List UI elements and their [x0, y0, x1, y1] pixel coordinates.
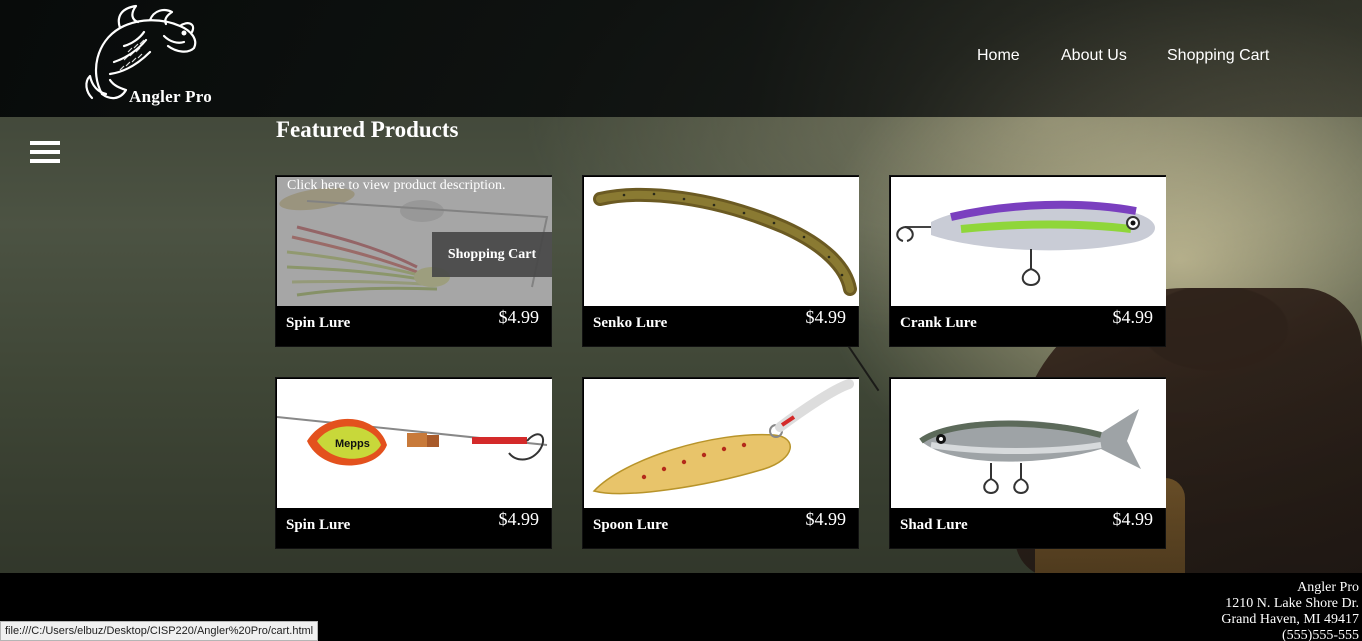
product-name: Crank Lure: [900, 315, 977, 331]
footer-city: Grand Haven, MI 49417: [1221, 612, 1359, 627]
company-address: Angler Pro 1210 N. Lake Shore Dr. Grand …: [1221, 580, 1359, 641]
nav-about-us[interactable]: About Us: [1061, 47, 1127, 65]
nav-shopping-cart[interactable]: Shopping Cart: [1167, 47, 1269, 65]
worm-lure-icon[interactable]: [584, 177, 859, 306]
product-price: $4.99: [498, 509, 540, 529]
product-card-spin-lure[interactable]: Click here to view product description. …: [275, 175, 552, 347]
product-name: Spin Lure: [286, 315, 351, 331]
product-name: Spin Lure: [286, 517, 351, 533]
product-price: $4.99: [1112, 307, 1154, 327]
hamburger-menu-icon[interactable]: [30, 141, 60, 167]
product-card-crank-lure[interactable]: Crank Lure $4.99: [889, 175, 1166, 347]
site-header: Angler Pro Home About Us Shopping Cart: [0, 0, 1362, 117]
add-to-cart-button[interactable]: Shopping Cart: [432, 232, 552, 277]
svg-text:Mepps: Mepps: [335, 438, 370, 450]
product-name: Shad Lure: [900, 517, 968, 533]
page-title: Featured Products: [276, 117, 459, 142]
product-price: $4.99: [498, 307, 540, 327]
product-name: Spoon Lure: [593, 517, 669, 533]
product-price: $4.99: [1112, 509, 1154, 529]
logo-text: Angler Pro: [129, 87, 213, 106]
product-price: $4.99: [805, 307, 847, 327]
product-price: $4.99: [805, 509, 847, 529]
view-description-link[interactable]: Click here to view product description.: [287, 178, 506, 194]
product-card-senko-lure[interactable]: Senko Lure $4.99: [582, 175, 859, 347]
footer-street: 1210 N. Lake Shore Dr.: [1225, 596, 1359, 611]
crankbait-icon[interactable]: [891, 177, 1166, 306]
footer-phone: (555)555-555: [1282, 628, 1359, 641]
inline-spinner-icon[interactable]: Mepps: [277, 379, 552, 508]
browser-status-url: file:///C:/Users/elbuz/Desktop/CISP220/A…: [0, 621, 319, 641]
product-card-spin-lure-2[interactable]: Mepps Spin Lure $4.99: [275, 377, 552, 549]
product-name: Senko Lure: [593, 315, 668, 331]
spoon-lure-icon[interactable]: [584, 379, 859, 508]
nav-home[interactable]: Home: [977, 47, 1020, 65]
footer-company-name: Angler Pro: [1297, 580, 1359, 595]
product-card-shad-lure[interactable]: Shad Lure $4.99: [889, 377, 1166, 549]
product-card-spoon-lure[interactable]: Spoon Lure $4.99: [582, 377, 859, 549]
shad-swimbait-icon[interactable]: [891, 379, 1166, 508]
spinnerbait-icon[interactable]: Click here to view product description. …: [277, 177, 552, 306]
